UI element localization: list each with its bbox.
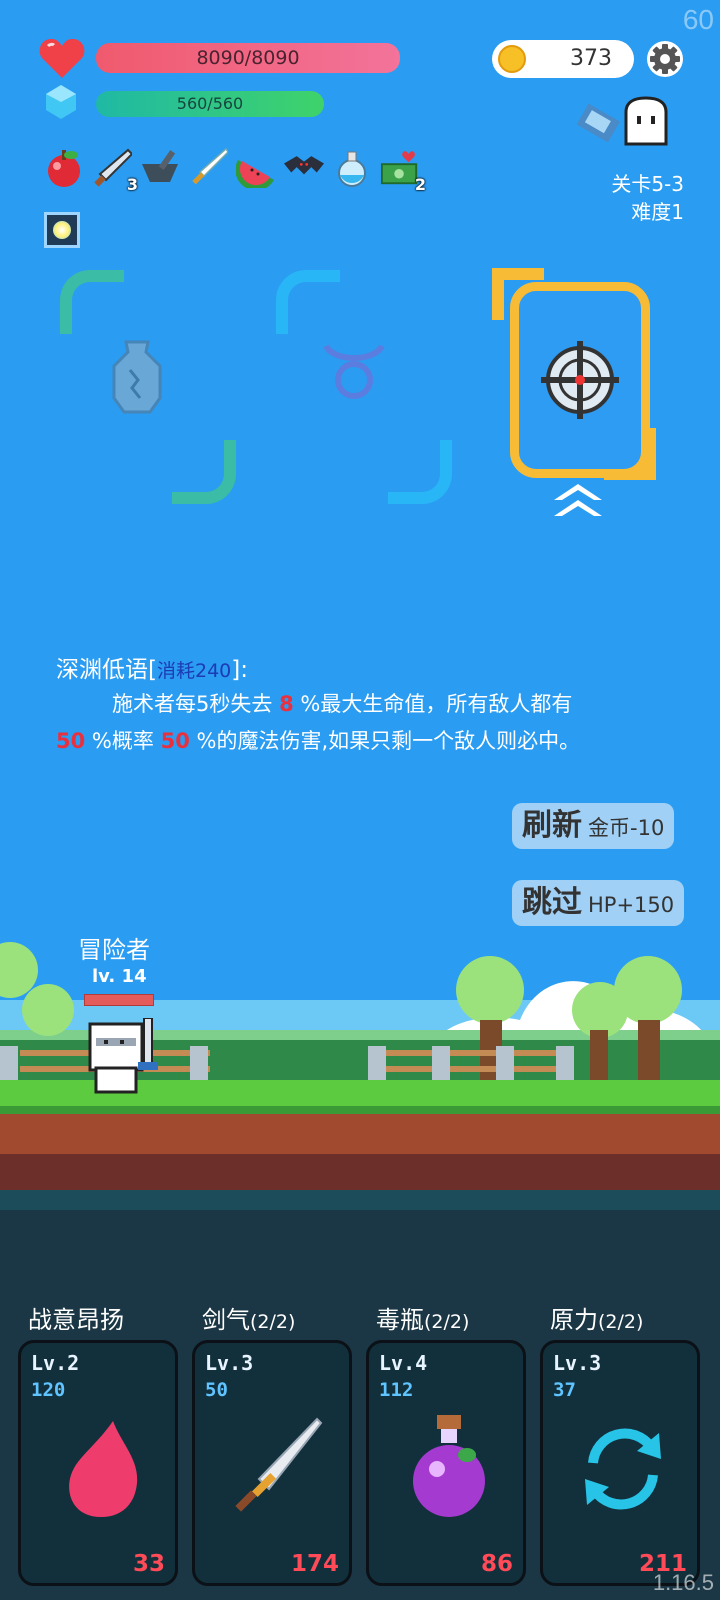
- skill-power: 37: [553, 1379, 576, 1401]
- skill-name: 原力: [550, 1306, 598, 1334]
- stage-level: 关卡5-3: [611, 172, 684, 196]
- skill-cost: 86: [480, 1551, 513, 1577]
- desc-line2-num2: 50: [160, 729, 190, 753]
- hero-hp-bar: [84, 994, 154, 1006]
- mana-crystal-icon: [46, 85, 76, 119]
- gold-value: 373: [570, 46, 612, 71]
- skill-desc-name: 深渊低语: [56, 657, 148, 683]
- mortar-icon[interactable]: [140, 148, 180, 188]
- apple-icon[interactable]: [44, 148, 84, 188]
- stage-info: 关卡5-3 难度1: [611, 170, 684, 226]
- skill-count: (2/2): [424, 1311, 470, 1333]
- skill-name: 毒瓶: [376, 1306, 424, 1334]
- skill-name: 战意昂扬: [28, 1306, 124, 1334]
- mp-bar: 560/560: [96, 91, 324, 117]
- skill-count: (2/2): [250, 1311, 296, 1333]
- taurus-icon: [323, 344, 385, 399]
- skill-card-4[interactable]: Lv.3 37 211: [540, 1340, 700, 1586]
- crosshair-icon: [541, 341, 619, 419]
- skill-cost: 174: [290, 1551, 339, 1577]
- skill-desc-text: 施术者每5秒失去 8 %最大生命值，所有敌人都有 50 %概率 50 %的魔法伤…: [56, 686, 696, 760]
- skill-level: Lv.3: [205, 1351, 254, 1375]
- card-slot-3-selected[interactable]: [510, 282, 650, 478]
- money-heart-icon[interactable]: 2: [380, 148, 426, 194]
- skill-desc-cost-open: [: [148, 657, 157, 683]
- desc-line1-num: 8: [279, 692, 294, 716]
- coin-icon: [498, 45, 526, 73]
- skill-desc-cost: 消耗240: [156, 660, 232, 682]
- skill-card-2[interactable]: Lv.3 50 174: [192, 1340, 352, 1586]
- watermelon-icon[interactable]: [236, 148, 276, 188]
- glowing-gem-icon[interactable]: [44, 212, 80, 248]
- hero-level: lv. 14: [92, 966, 147, 987]
- heart-icon: [39, 38, 85, 78]
- skill-power: 120: [31, 1379, 66, 1401]
- stage-difficulty: 难度1: [631, 200, 684, 224]
- refresh-label: 刷新: [522, 808, 582, 843]
- skill-name: 剑气: [202, 1306, 250, 1334]
- skill-header-3: 毒瓶(2/2): [376, 1300, 469, 1335]
- card-frame-corner: [388, 440, 452, 504]
- skill-count: (2/2): [598, 1311, 644, 1333]
- skill-power: 112: [379, 1379, 414, 1401]
- sword-icon[interactable]: 3: [92, 148, 138, 194]
- knight-hero[interactable]: [84, 1018, 160, 1096]
- gear-icon[interactable]: [646, 40, 684, 78]
- desc-line2-b: %的魔法伤害,如果只剩一个敌人则必中。: [196, 729, 581, 753]
- card-frame-corner: [276, 270, 340, 334]
- skill-desc-cost-close: ]:: [231, 657, 248, 683]
- desc-line2-num1: 50: [56, 729, 86, 753]
- map-scroll-icon[interactable]: [574, 98, 626, 150]
- skill-level: Lv.2: [31, 1351, 80, 1375]
- skill-header-4: 原力(2/2): [550, 1300, 643, 1335]
- hp-bar: 8090/8090: [96, 43, 400, 73]
- fps-counter: 60: [682, 4, 714, 35]
- skill-desc-title: 深渊低语[消耗240]:: [56, 650, 248, 684]
- ghost-icon[interactable]: [622, 96, 670, 148]
- skill-header-1: 战意昂扬: [28, 1300, 124, 1335]
- desc-line1-b: %最大生命值，所有敌人都有: [300, 692, 573, 716]
- card-slot-1[interactable]: [60, 270, 236, 504]
- flame-icon: [69, 1421, 138, 1517]
- skill-level: Lv.3: [553, 1351, 602, 1375]
- refresh-cost: 金币-10: [588, 816, 665, 840]
- skill-card-1[interactable]: Lv.2 120 33: [18, 1340, 178, 1586]
- hero-name: 冒险者: [78, 936, 150, 964]
- skill-cost: 33: [132, 1551, 165, 1577]
- bat-icon[interactable]: [284, 148, 324, 188]
- card-slot-2[interactable]: [276, 270, 452, 504]
- poison-bottle-icon: [413, 1415, 485, 1517]
- skill-card-3[interactable]: Lv.4 112 86: [366, 1340, 526, 1586]
- cycle-arrows-icon: [585, 1428, 661, 1510]
- skill-level: Lv.4: [379, 1351, 428, 1375]
- skill-power: 50: [205, 1379, 228, 1401]
- desc-line1-a: 施术者每5秒失去: [112, 692, 273, 716]
- sword-icon: [235, 1417, 323, 1512]
- item-count: 3: [126, 175, 138, 194]
- potion-flask-icon[interactable]: [332, 148, 372, 188]
- skill-header-2: 剑气(2/2): [202, 1300, 295, 1335]
- version-label: 1.16.5: [652, 1570, 714, 1595]
- refresh-button[interactable]: 刷新 金币-10: [512, 803, 675, 849]
- card-frame-corner: [60, 270, 124, 334]
- item-count: 2: [414, 175, 426, 194]
- card-frame-corner: [172, 440, 236, 504]
- upgrade-arrow-icon[interactable]: [554, 484, 602, 524]
- desc-line2-a: %概率: [91, 729, 154, 753]
- blade-icon[interactable]: [188, 148, 228, 188]
- broken-vase-icon: [112, 340, 162, 414]
